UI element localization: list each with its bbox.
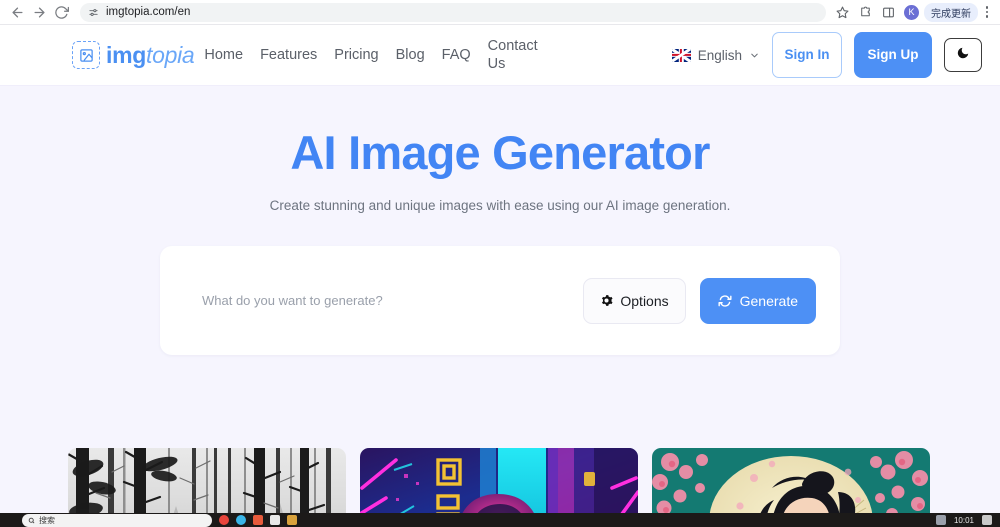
forward-arrow-icon[interactable] bbox=[28, 1, 50, 23]
main-nav: Home Features Pricing Blog FAQ Contact U… bbox=[204, 37, 671, 73]
app-red-icon[interactable] bbox=[253, 515, 263, 525]
nav-item-faq[interactable]: FAQ bbox=[442, 46, 471, 64]
back-arrow-icon[interactable] bbox=[6, 1, 28, 23]
page-viewport: imgtopia Home Features Pricing Blog FAQ … bbox=[0, 25, 1000, 527]
browser2-icon[interactable] bbox=[236, 515, 246, 525]
uk-flag-icon bbox=[671, 48, 691, 62]
tune-icon[interactable] bbox=[88, 7, 99, 18]
sign-up-button[interactable]: Sign Up bbox=[854, 32, 932, 78]
taskbar-left: 搜索 bbox=[8, 513, 936, 527]
kebab-menu-icon[interactable] bbox=[980, 6, 994, 18]
page-title: AI Image Generator bbox=[290, 126, 710, 179]
tray-icon[interactable] bbox=[935, 515, 946, 525]
address-bar-url: imgtopia.com/en bbox=[106, 6, 191, 18]
chevron-down-icon bbox=[749, 50, 760, 61]
folder-icon[interactable] bbox=[287, 515, 297, 525]
taskbar-search-label: 搜索 bbox=[39, 515, 55, 525]
chrome-icon[interactable] bbox=[219, 515, 229, 525]
app-white-icon[interactable] bbox=[270, 515, 280, 525]
language-selector[interactable]: English bbox=[671, 47, 760, 63]
brand-italic: topia bbox=[146, 41, 195, 68]
image-frame-icon bbox=[72, 41, 100, 69]
star-icon[interactable] bbox=[832, 2, 853, 23]
options-label: Options bbox=[620, 292, 669, 309]
generator-card: What do you want to generate? Options Ge… bbox=[160, 246, 840, 356]
side-panel-icon[interactable] bbox=[878, 2, 899, 23]
taskbar-search[interactable]: 搜索 bbox=[22, 513, 212, 527]
address-bar[interactable]: imgtopia.com/en bbox=[80, 2, 826, 22]
nav-item-home[interactable]: Home bbox=[204, 46, 243, 64]
header-actions: English Sign In Sign Up bbox=[671, 32, 982, 78]
nav-item-blog[interactable]: Blog bbox=[396, 46, 425, 64]
taskbar-app-icons bbox=[219, 515, 297, 525]
gear-icon bbox=[600, 294, 613, 307]
taskbar-clock: 10:01 bbox=[953, 515, 974, 525]
browser-toolbar: imgtopia.com/en K 完成更新 bbox=[0, 0, 1000, 25]
brand-bold: img bbox=[106, 41, 146, 68]
refresh-icon bbox=[718, 294, 732, 308]
nav-item-features[interactable]: Features bbox=[260, 46, 317, 64]
moon-icon bbox=[956, 46, 970, 65]
notification-icon[interactable] bbox=[982, 515, 992, 525]
theme-toggle-button[interactable] bbox=[944, 38, 982, 72]
update-button[interactable]: 完成更新 bbox=[924, 2, 978, 22]
taskbar-right: 10:01 bbox=[935, 515, 992, 525]
brand-logo[interactable]: imgtopia bbox=[72, 41, 195, 69]
site-header: imgtopia Home Features Pricing Blog FAQ … bbox=[0, 25, 1000, 86]
options-button[interactable]: Options bbox=[583, 277, 686, 324]
language-label: English bbox=[697, 47, 742, 63]
prompt-input[interactable]: What do you want to generate? bbox=[202, 293, 583, 308]
reload-icon[interactable] bbox=[50, 1, 72, 23]
nav-item-contact-us[interactable]: Contact Us bbox=[488, 37, 546, 73]
puzzle-icon[interactable] bbox=[855, 2, 876, 23]
hero-section: AI Image Generator Create stunning and u… bbox=[0, 86, 1000, 214]
hero-subtitle: Create stunning and unique images with e… bbox=[269, 198, 731, 214]
sign-in-button[interactable]: Sign In bbox=[772, 32, 842, 78]
os-taskbar: 搜索 10:01 bbox=[0, 513, 1000, 527]
brand-wordmark: imgtopia bbox=[106, 41, 195, 69]
generate-label: Generate bbox=[739, 292, 798, 309]
generate-button[interactable]: Generate bbox=[699, 277, 816, 324]
profile-avatar[interactable]: K bbox=[904, 4, 919, 20]
nav-item-pricing[interactable]: Pricing bbox=[334, 46, 378, 64]
browser-actions: K 完成更新 bbox=[832, 2, 994, 23]
